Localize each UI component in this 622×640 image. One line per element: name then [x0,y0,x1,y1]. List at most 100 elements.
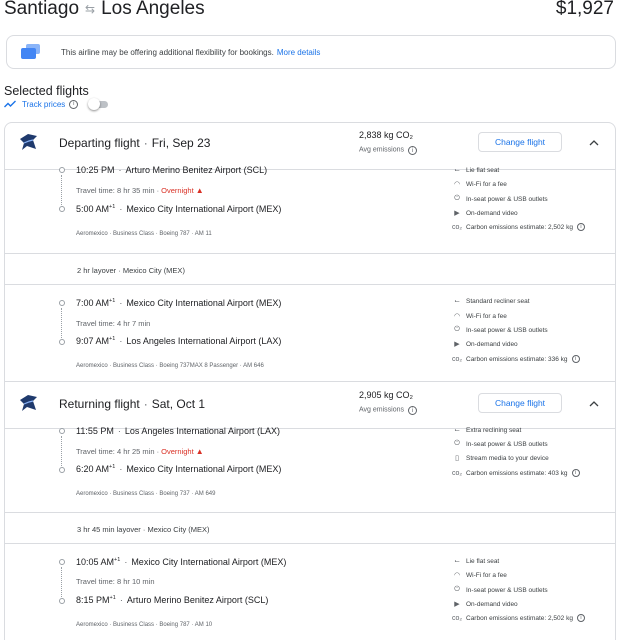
route-line [61,175,62,205]
segment-departure: 7:00 AM+1 · Mexico City International Airp… [76,298,282,308]
aeromexico-logo [20,395,37,411]
aeromexico-logo [20,134,37,150]
info-icon[interactable]: i [408,406,418,415]
route-line [61,308,62,338]
flexibility-notice: This airline may be offering additional … [6,35,616,69]
amenity-power: ⏻ In-seat power & USB outlets [452,326,547,334]
segment-arrival: 5:00 AM+1 · Mexico City International Airp… [76,204,282,214]
co2-sub: Avg emissions i [359,146,418,155]
co2-icon: co₂ [452,469,463,477]
segment-arrival: 8:15 PM+1 · Arturo Merino Benitez Airport … [76,595,269,605]
departure-dot [59,559,65,565]
info-icon[interactable]: i [571,469,580,477]
segment-details: Aeromexico · Business Class · Boeing 737… [76,363,264,369]
info-icon[interactable]: i [69,99,79,109]
wifi-icon: ◠ [453,181,461,188]
amenity-seat: ⌙ Standard recliner seat [452,297,530,306]
segment-departure: 11:55 PM · Los Angeles International Airpo… [76,426,280,436]
warning-icon: ▲ [195,447,204,456]
more-details-link[interactable]: More details [277,48,321,57]
segment-details: Aeromexico · Business Class · Boeing 787… [76,622,213,628]
track-prices-toggle[interactable] [88,98,110,110]
segment-departure: 10:05 AM+1 · Mexico City International Air… [76,557,287,567]
amenity-seat: ⌙ Lie flat seat [452,166,499,175]
power-icon: ⏻ [454,195,460,202]
returning-header[interactable]: Returning flight · Sat, Oct 1 2,905 kg CO₂… [4,381,616,429]
warning-icon: ▲ [195,186,204,195]
total-price: $1,927 [555,0,614,19]
change-flight-button[interactable]: Change flight [478,132,562,152]
layover-text: 3 hr 45 min layover · Mexico City (MEX) [77,525,210,534]
swap-arrows-icon: ⇆ [85,2,96,16]
video-icon: ▶ [454,601,460,608]
power-icon: ⏻ [454,440,460,447]
seat-icon: ⌙ [454,167,460,174]
origin-city: Santiago [4,0,80,19]
layover-row: 3 hr 45 min layover · Mexico City (MEX) [4,512,616,544]
notice-text: This airline may be offering additional … [61,47,274,57]
trip-label: Departing flight [59,136,140,150]
arrival-dot [59,206,65,212]
info-icon[interactable]: i [576,223,585,231]
amenity-stream: ▯ Stream media to your device [452,454,549,463]
segment-details: Aeromexico · Business Class · Boeing 787… [76,231,212,237]
amenity-power: ⏻ In-seat power & USB outlets [452,195,547,203]
co2-sub: Avg emissions i [359,406,418,415]
trend-icon [4,100,16,108]
seat-icon: ⌙ [454,298,460,305]
amenity-seat: ⌙ Lie flat seat [452,557,499,566]
co2-value: 2,838 kg CO₂ [359,130,414,140]
departing-header[interactable]: Departing flight · Fri, Sep 23 2,838 kg CO… [4,122,616,170]
trip-label: Returning flight [59,397,140,411]
co2-icon: co₂ [452,614,463,622]
layover-row: 2 hr layover · Mexico City (MEX) [4,253,616,285]
seat-icon: ⌙ [454,558,460,565]
trip-date: Fri, Sep 23 [151,136,211,150]
segment-arrival: 6:20 AM+1 · Mexico City International Airp… [76,464,282,474]
amenity-seat: ⌙ Extra reclining seat [452,426,521,435]
departure-dot [59,300,65,306]
video-icon: ▶ [454,341,460,348]
layover-text: 2 hr layover · Mexico City (MEX) [77,266,185,275]
amenity-wifi: ◠ Wi-Fi for a fee [453,312,507,321]
amenity-video: ▶ On-demand video [452,340,517,349]
phone-icon: ▯ [455,455,459,462]
segment-details: Aeromexico · Business Class · Boeing 737… [76,491,216,497]
chevron-up-icon[interactable] [589,400,599,408]
wifi-icon: ◠ [453,572,461,579]
track-prices-label: Track prices [22,99,66,109]
arrival-dot [59,339,65,345]
amenity-wifi: ◠ Wi-Fi for a fee [453,180,507,189]
returning-title: Returning flight · Sat, Oct 1 [59,397,206,411]
chevron-up-icon[interactable] [589,139,599,147]
amenity-co2: co₂ Carbon emissions estimate: 336 kg i [452,355,580,363]
travel-time: Travel time: 4 hr 25 min · Overnight ▲ [76,447,204,456]
amenity-power: ⏻ In-seat power & USB outlets [452,440,547,448]
co2-icon: co₂ [452,355,463,363]
wifi-icon: ◠ [453,313,461,320]
info-icon[interactable]: i [576,614,585,622]
amenity-co2: co₂ Carbon emissions estimate: 2,502 kg i [452,614,585,622]
travel-time: Travel time: 8 hr 35 min · Overnight ▲ [76,186,204,195]
co2-icon: co₂ [452,223,463,231]
route-line [61,567,62,597]
departure-dot [59,428,65,434]
amenity-co2: co₂ Carbon emissions estimate: 2,502 kg i [452,223,585,231]
segment-arrival: 9:07 AM+1 · Los Angeles International Airp… [76,336,282,346]
co2-value: 2,905 kg CO₂ [359,390,414,400]
travel-time: Travel time: 8 hr 10 min [76,577,155,586]
info-icon[interactable]: i [408,146,418,155]
departure-dot [59,167,65,173]
amenity-video: ▶ On-demand video [452,209,517,218]
segment-departure: 10:25 PM · Arturo Merino Benitez Airport (… [76,165,268,175]
amenity-video: ▶ On-demand video [452,600,517,609]
video-icon: ▶ [454,210,460,217]
change-flight-button[interactable]: Change flight [478,393,562,413]
departing-title: Departing flight · Fri, Sep 23 [59,136,211,150]
card-icon [21,44,41,60]
travel-time: Travel time: 4 hr 7 min [76,319,151,328]
arrival-dot [59,598,65,604]
track-prices-row: Track prices i [4,98,110,110]
destination-city: Los Angeles [101,0,205,19]
info-icon[interactable]: i [571,355,580,363]
